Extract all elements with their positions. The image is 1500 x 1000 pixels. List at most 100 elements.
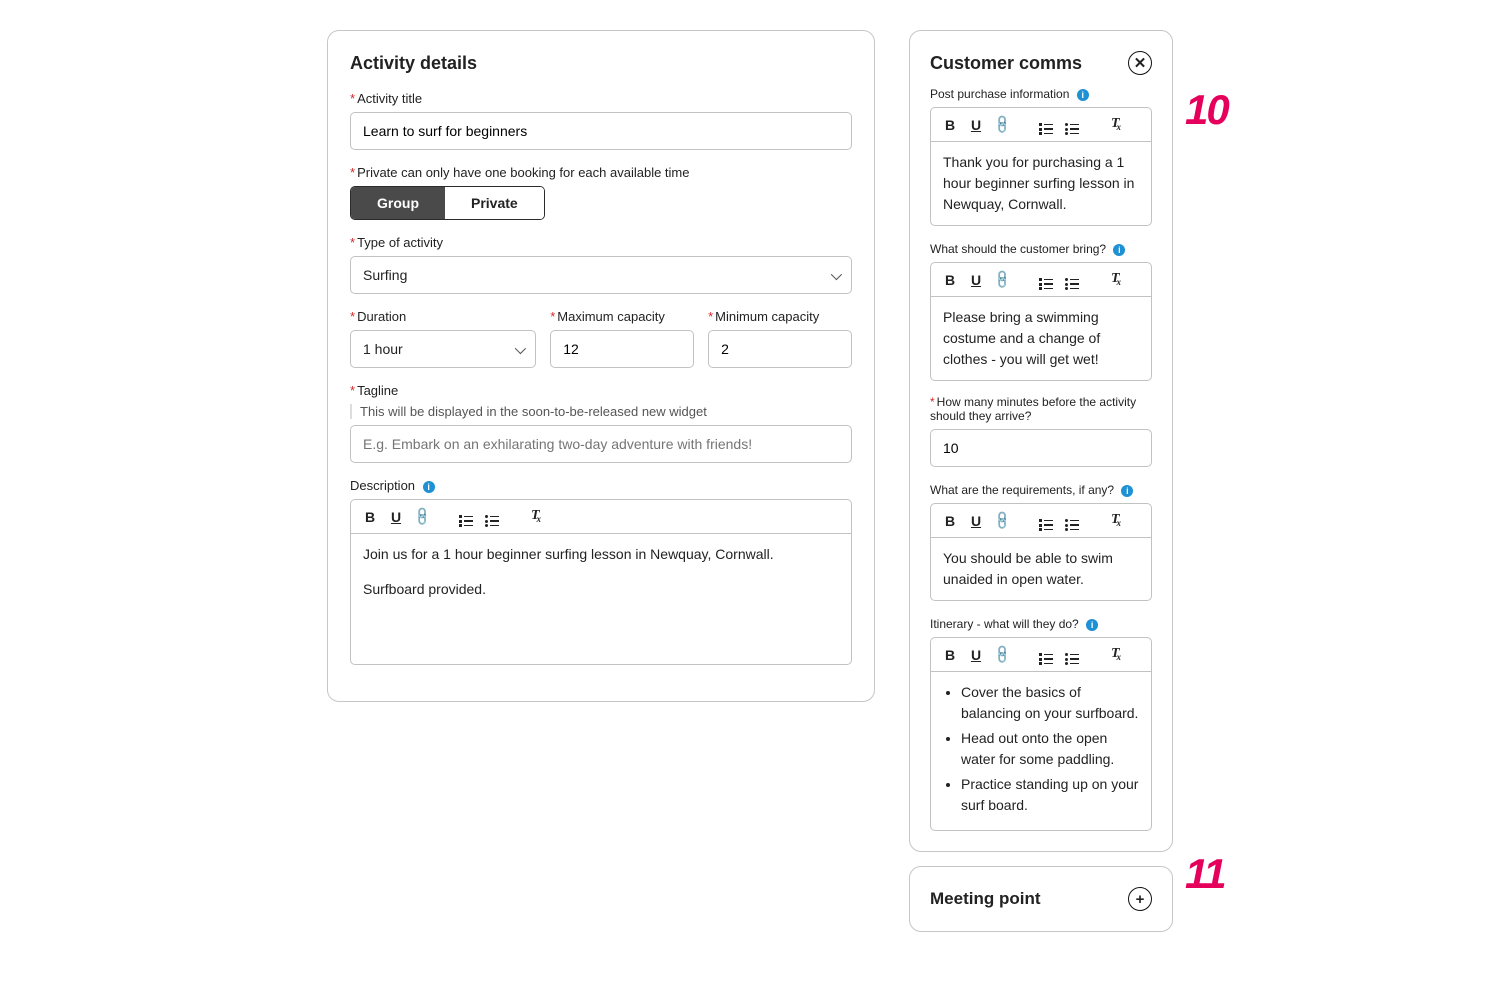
bring-label: What should the customer bring? (930, 242, 1106, 256)
info-icon[interactable]: i (1086, 619, 1098, 631)
max-capacity-input[interactable] (550, 330, 694, 368)
itinerary-field: Itinerary - what will they do? i B U 🔗 T… (930, 615, 1152, 831)
info-icon[interactable]: i (1077, 89, 1089, 101)
min-capacity-label: Minimum capacity (715, 309, 819, 324)
activity-details-panel: Activity details *Activity title *Privat… (327, 30, 875, 702)
tagline-label: Tagline (357, 383, 398, 398)
link-icon[interactable]: 🔗 (991, 269, 1013, 291)
underline-icon[interactable]: U (967, 118, 985, 132)
tagline-input[interactable] (350, 425, 852, 463)
customer-comms-title: Customer comms (930, 53, 1082, 74)
itinerary-editor: B U 🔗 Tx Cover the basics of balancing o… (930, 637, 1152, 831)
description-label: Description (350, 478, 415, 493)
activity-title-field: *Activity title (350, 90, 852, 150)
tagline-helper: This will be displayed in the soon-to-be… (350, 404, 852, 419)
bring-editor: B U 🔗 Tx Please bring a swimming costume… (930, 262, 1152, 381)
requirements-field: What are the requirements, if any? i B U… (930, 481, 1152, 601)
unordered-list-icon[interactable] (1063, 114, 1081, 135)
description-p2: Surfboard provided. (363, 579, 839, 600)
editor-toolbar: B U 🔗 Tx (351, 500, 851, 534)
meeting-point-title: Meeting point (930, 889, 1040, 909)
clear-format-icon[interactable]: Tx (1107, 513, 1125, 529)
unordered-list-icon[interactable] (1063, 510, 1081, 531)
itinerary-item: Head out onto the open water for some pa… (961, 728, 1139, 770)
clear-format-icon[interactable]: Tx (1107, 647, 1125, 663)
clear-format-icon[interactable]: Tx (1107, 272, 1125, 288)
meeting-point-panel[interactable]: Meeting point + (909, 866, 1173, 932)
unordered-list-icon[interactable] (483, 506, 501, 527)
booking-type-toggle: Group Private (350, 186, 545, 220)
clear-format-icon[interactable]: Tx (1107, 117, 1125, 133)
post-purchase-content[interactable]: Thank you for purchasing a 1 hour beginn… (931, 142, 1151, 225)
duration-value: 1 hour (363, 341, 403, 357)
ordered-list-icon[interactable] (1037, 114, 1055, 135)
post-purchase-editor: B U 🔗 Tx Thank you for purchasing a 1 ho… (930, 107, 1152, 226)
link-icon[interactable]: 🔗 (991, 644, 1013, 666)
activity-type-select[interactable]: Surfing (350, 256, 852, 294)
arrive-input[interactable] (930, 429, 1152, 467)
info-icon[interactable]: i (423, 481, 435, 493)
close-icon[interactable]: ✕ (1128, 51, 1152, 75)
activity-details-title: Activity details (350, 53, 852, 74)
activity-type-label: Type of activity (357, 235, 443, 250)
activity-title-label: Activity title (357, 91, 422, 106)
underline-icon[interactable]: U (967, 273, 985, 287)
max-capacity-label: Maximum capacity (557, 309, 665, 324)
requirements-label: What are the requirements, if any? (930, 483, 1114, 497)
ordered-list-icon[interactable] (457, 506, 475, 527)
editor-toolbar: B U 🔗 Tx (931, 263, 1151, 297)
ordered-list-icon[interactable] (1037, 269, 1055, 290)
min-capacity-field: *Minimum capacity (708, 308, 852, 368)
requirements-editor: B U 🔗 Tx You should be able to swim unai… (930, 503, 1152, 601)
info-icon[interactable]: i (1113, 244, 1125, 256)
description-field: Description i B U 🔗 Tx (350, 477, 852, 665)
itinerary-item: Cover the basics of balancing on your su… (961, 682, 1139, 724)
description-p1: Join us for a 1 hour beginner surfing le… (363, 544, 839, 565)
arrive-field: *How many minutes before the activity sh… (930, 395, 1152, 467)
clear-format-icon[interactable]: Tx (527, 509, 545, 525)
step-marker-10: 10 (1185, 86, 1228, 134)
activity-type-field: *Type of activity Surfing (350, 234, 852, 294)
bold-icon[interactable]: B (941, 273, 959, 287)
ordered-list-icon[interactable] (1037, 510, 1055, 531)
bold-icon[interactable]: B (361, 510, 379, 524)
editor-toolbar: B U 🔗 Tx (931, 504, 1151, 538)
link-icon[interactable]: 🔗 (411, 506, 433, 528)
chevron-down-icon (831, 267, 839, 283)
unordered-list-icon[interactable] (1063, 269, 1081, 290)
ordered-list-icon[interactable] (1037, 644, 1055, 665)
duration-label: Duration (357, 309, 406, 324)
bold-icon[interactable]: B (941, 514, 959, 528)
booking-helper: Private can only have one booking for ea… (357, 165, 689, 180)
activity-type-value: Surfing (363, 267, 407, 283)
underline-icon[interactable]: U (387, 510, 405, 524)
min-capacity-input[interactable] (708, 330, 852, 368)
private-toggle[interactable]: Private (445, 187, 544, 219)
editor-toolbar: B U 🔗 Tx (931, 108, 1151, 142)
info-icon[interactable]: i (1121, 485, 1133, 497)
duration-select[interactable]: 1 hour (350, 330, 536, 368)
chevron-down-icon (515, 341, 523, 357)
bold-icon[interactable]: B (941, 118, 959, 132)
arrive-label: How many minutes before the activity sho… (930, 395, 1136, 423)
post-purchase-label: Post purchase information (930, 87, 1069, 101)
underline-icon[interactable]: U (967, 514, 985, 528)
activity-title-input[interactable] (350, 112, 852, 150)
bring-field: What should the customer bring? i B U 🔗 … (930, 240, 1152, 381)
post-purchase-field: Post purchase information i B U 🔗 Tx Th (930, 85, 1152, 226)
group-toggle[interactable]: Group (351, 187, 445, 219)
description-editor: B U 🔗 Tx Join us for a 1 hour beginner s… (350, 499, 852, 665)
link-icon[interactable]: 🔗 (991, 510, 1013, 532)
description-content[interactable]: Join us for a 1 hour beginner surfing le… (351, 534, 851, 664)
itinerary-label: Itinerary - what will they do? (930, 617, 1079, 631)
requirements-content[interactable]: You should be able to swim unaided in op… (931, 538, 1151, 600)
bold-icon[interactable]: B (941, 648, 959, 662)
itinerary-content[interactable]: Cover the basics of balancing on your su… (931, 672, 1151, 830)
unordered-list-icon[interactable] (1063, 644, 1081, 665)
duration-field: *Duration 1 hour (350, 308, 536, 368)
tagline-field: *Tagline This will be displayed in the s… (350, 382, 852, 463)
bring-content[interactable]: Please bring a swimming costume and a ch… (931, 297, 1151, 380)
plus-icon[interactable]: + (1128, 887, 1152, 911)
underline-icon[interactable]: U (967, 648, 985, 662)
link-icon[interactable]: 🔗 (991, 114, 1013, 136)
